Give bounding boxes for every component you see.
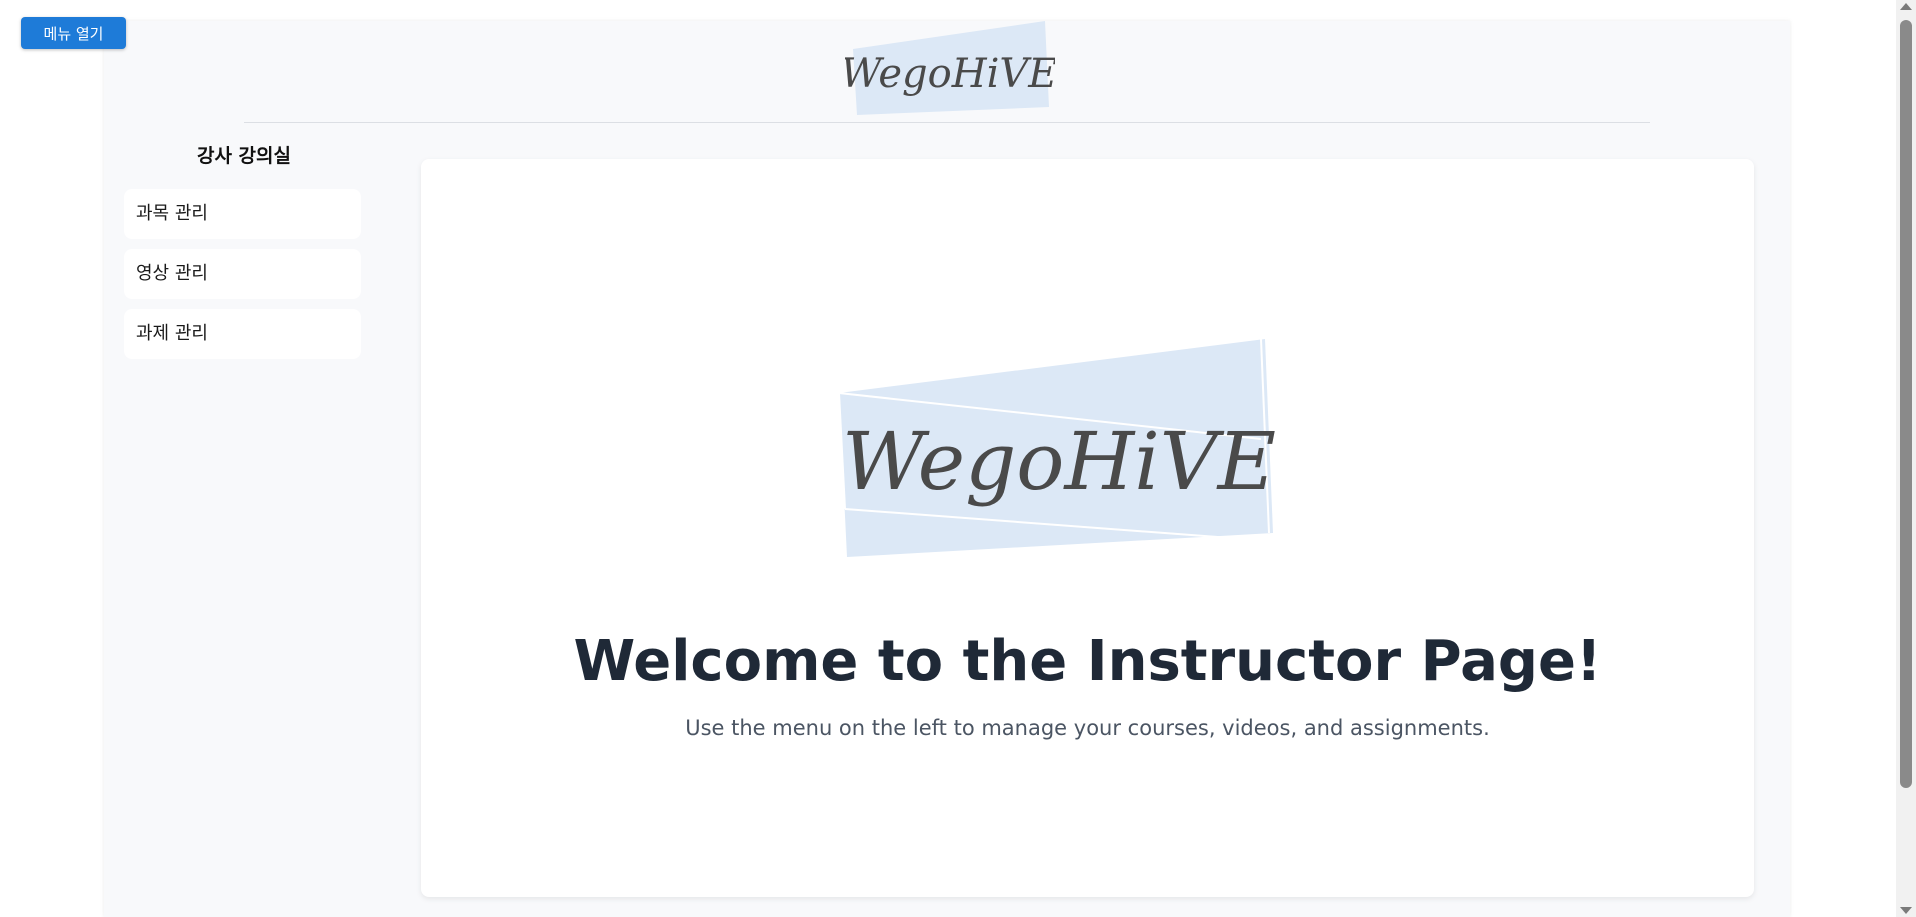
header-logo[interactable]: WegoHiVE xyxy=(845,21,1055,117)
scroll-up-arrow-icon[interactable] xyxy=(1900,3,1912,10)
sidebar-item-video-management[interactable]: 영상 관리 xyxy=(124,249,361,299)
main-logo-text: WegoHiVE xyxy=(842,415,1276,508)
welcome-heading: Welcome to the Instructor Page! xyxy=(573,629,1602,694)
welcome-subtitle: Use the menu on the left to manage your … xyxy=(685,716,1490,740)
sidebar-title: 강사 강의실 xyxy=(196,145,291,167)
menu-open-button[interactable]: 메뉴 열기 xyxy=(21,17,126,49)
header-logo-text: WegoHiVE xyxy=(845,51,1055,97)
vertical-scrollbar[interactable] xyxy=(1896,0,1916,917)
main-logo: WegoHiVE xyxy=(838,338,1276,557)
content-card: WegoHiVE Welcome to the Instructor Page!… xyxy=(421,159,1754,897)
sidebar-item-assignment-management[interactable]: 과제 관리 xyxy=(124,309,361,359)
page-container: WegoHiVE 강사 강의실 과목 관리 영상 관리 과제 관리 WegoHi… xyxy=(104,21,1790,917)
sidebar: 강사 강의실 과목 관리 영상 관리 과제 관리 xyxy=(124,141,364,369)
scroll-down-arrow-icon[interactable] xyxy=(1900,907,1912,914)
header-divider xyxy=(244,122,1650,123)
scrollbar-thumb[interactable] xyxy=(1900,20,1912,788)
sidebar-item-course-management[interactable]: 과목 관리 xyxy=(124,189,361,239)
app-viewport: 메뉴 열기 WegoHiVE 강사 강의실 과목 관리 영상 관리 과제 관리 … xyxy=(0,0,1916,917)
